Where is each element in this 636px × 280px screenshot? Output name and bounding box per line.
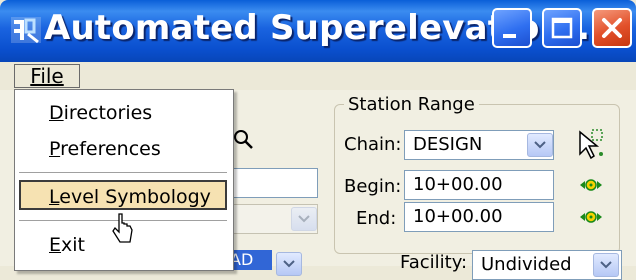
chain-dropdown-button[interactable] [527, 133, 553, 157]
end-input[interactable]: 10+00.00 [404, 202, 554, 232]
station-range-title: Station Range [344, 94, 479, 115]
end-label: End: [356, 208, 397, 229]
menu-item-preferences-label: Preferences [49, 138, 161, 160]
left-partial-dropdown-button[interactable] [276, 252, 302, 276]
chevron-down-icon [298, 215, 310, 223]
menu-file[interactable]: File [14, 64, 80, 88]
menu-item-directories[interactable]: Directories [15, 98, 231, 128]
maximize-icon [551, 17, 573, 39]
chain-select[interactable]: DESIGN [404, 130, 554, 160]
left-disabled-select [226, 204, 318, 234]
menu-item-exit-label: Exit [49, 234, 85, 256]
menu-item-level-symbology-label: Level Symbology [49, 186, 211, 208]
facility-label: Facility: [400, 252, 468, 273]
left-text-field[interactable] [226, 168, 318, 198]
chevron-down-icon [283, 260, 295, 268]
title-bar[interactable]: Automated Superelevation... [0, 0, 636, 62]
begin-value: 10+00.00 [413, 174, 503, 195]
pick-element-icon[interactable] [576, 128, 606, 160]
disabled-dropdown-button [291, 207, 317, 231]
maximize-button[interactable] [542, 8, 582, 48]
locate-begin-icon[interactable] [578, 176, 604, 194]
app-icon [11, 17, 41, 44]
menu-item-directories-label: Directories [49, 102, 153, 124]
end-value: 10+00.00 [413, 206, 503, 227]
search-icon[interactable] [232, 128, 254, 150]
mouse-cursor-icon [112, 213, 133, 243]
chevron-down-icon [534, 141, 546, 149]
begin-input[interactable]: 10+00.00 [404, 170, 554, 200]
menu-item-level-symbology[interactable]: Level Symbology [19, 180, 227, 210]
chevron-down-icon [600, 261, 612, 269]
minimize-button[interactable] [492, 8, 532, 48]
menu-item-preferences[interactable]: Preferences [15, 134, 231, 164]
locate-end-icon[interactable] [578, 208, 604, 226]
menu-file-label: File [30, 64, 64, 88]
begin-label: Begin: [344, 176, 402, 197]
facility-dropdown-button[interactable] [593, 253, 619, 277]
menu-separator [19, 172, 227, 173]
chain-label: Chain: [344, 134, 402, 155]
facility-value: Undivided [481, 254, 572, 275]
minimize-icon [503, 34, 516, 38]
close-button[interactable] [592, 8, 632, 48]
close-icon [602, 18, 622, 38]
menu-bar [0, 62, 636, 90]
facility-select[interactable]: Undivided [472, 250, 622, 280]
chain-value: DESIGN [413, 134, 483, 155]
